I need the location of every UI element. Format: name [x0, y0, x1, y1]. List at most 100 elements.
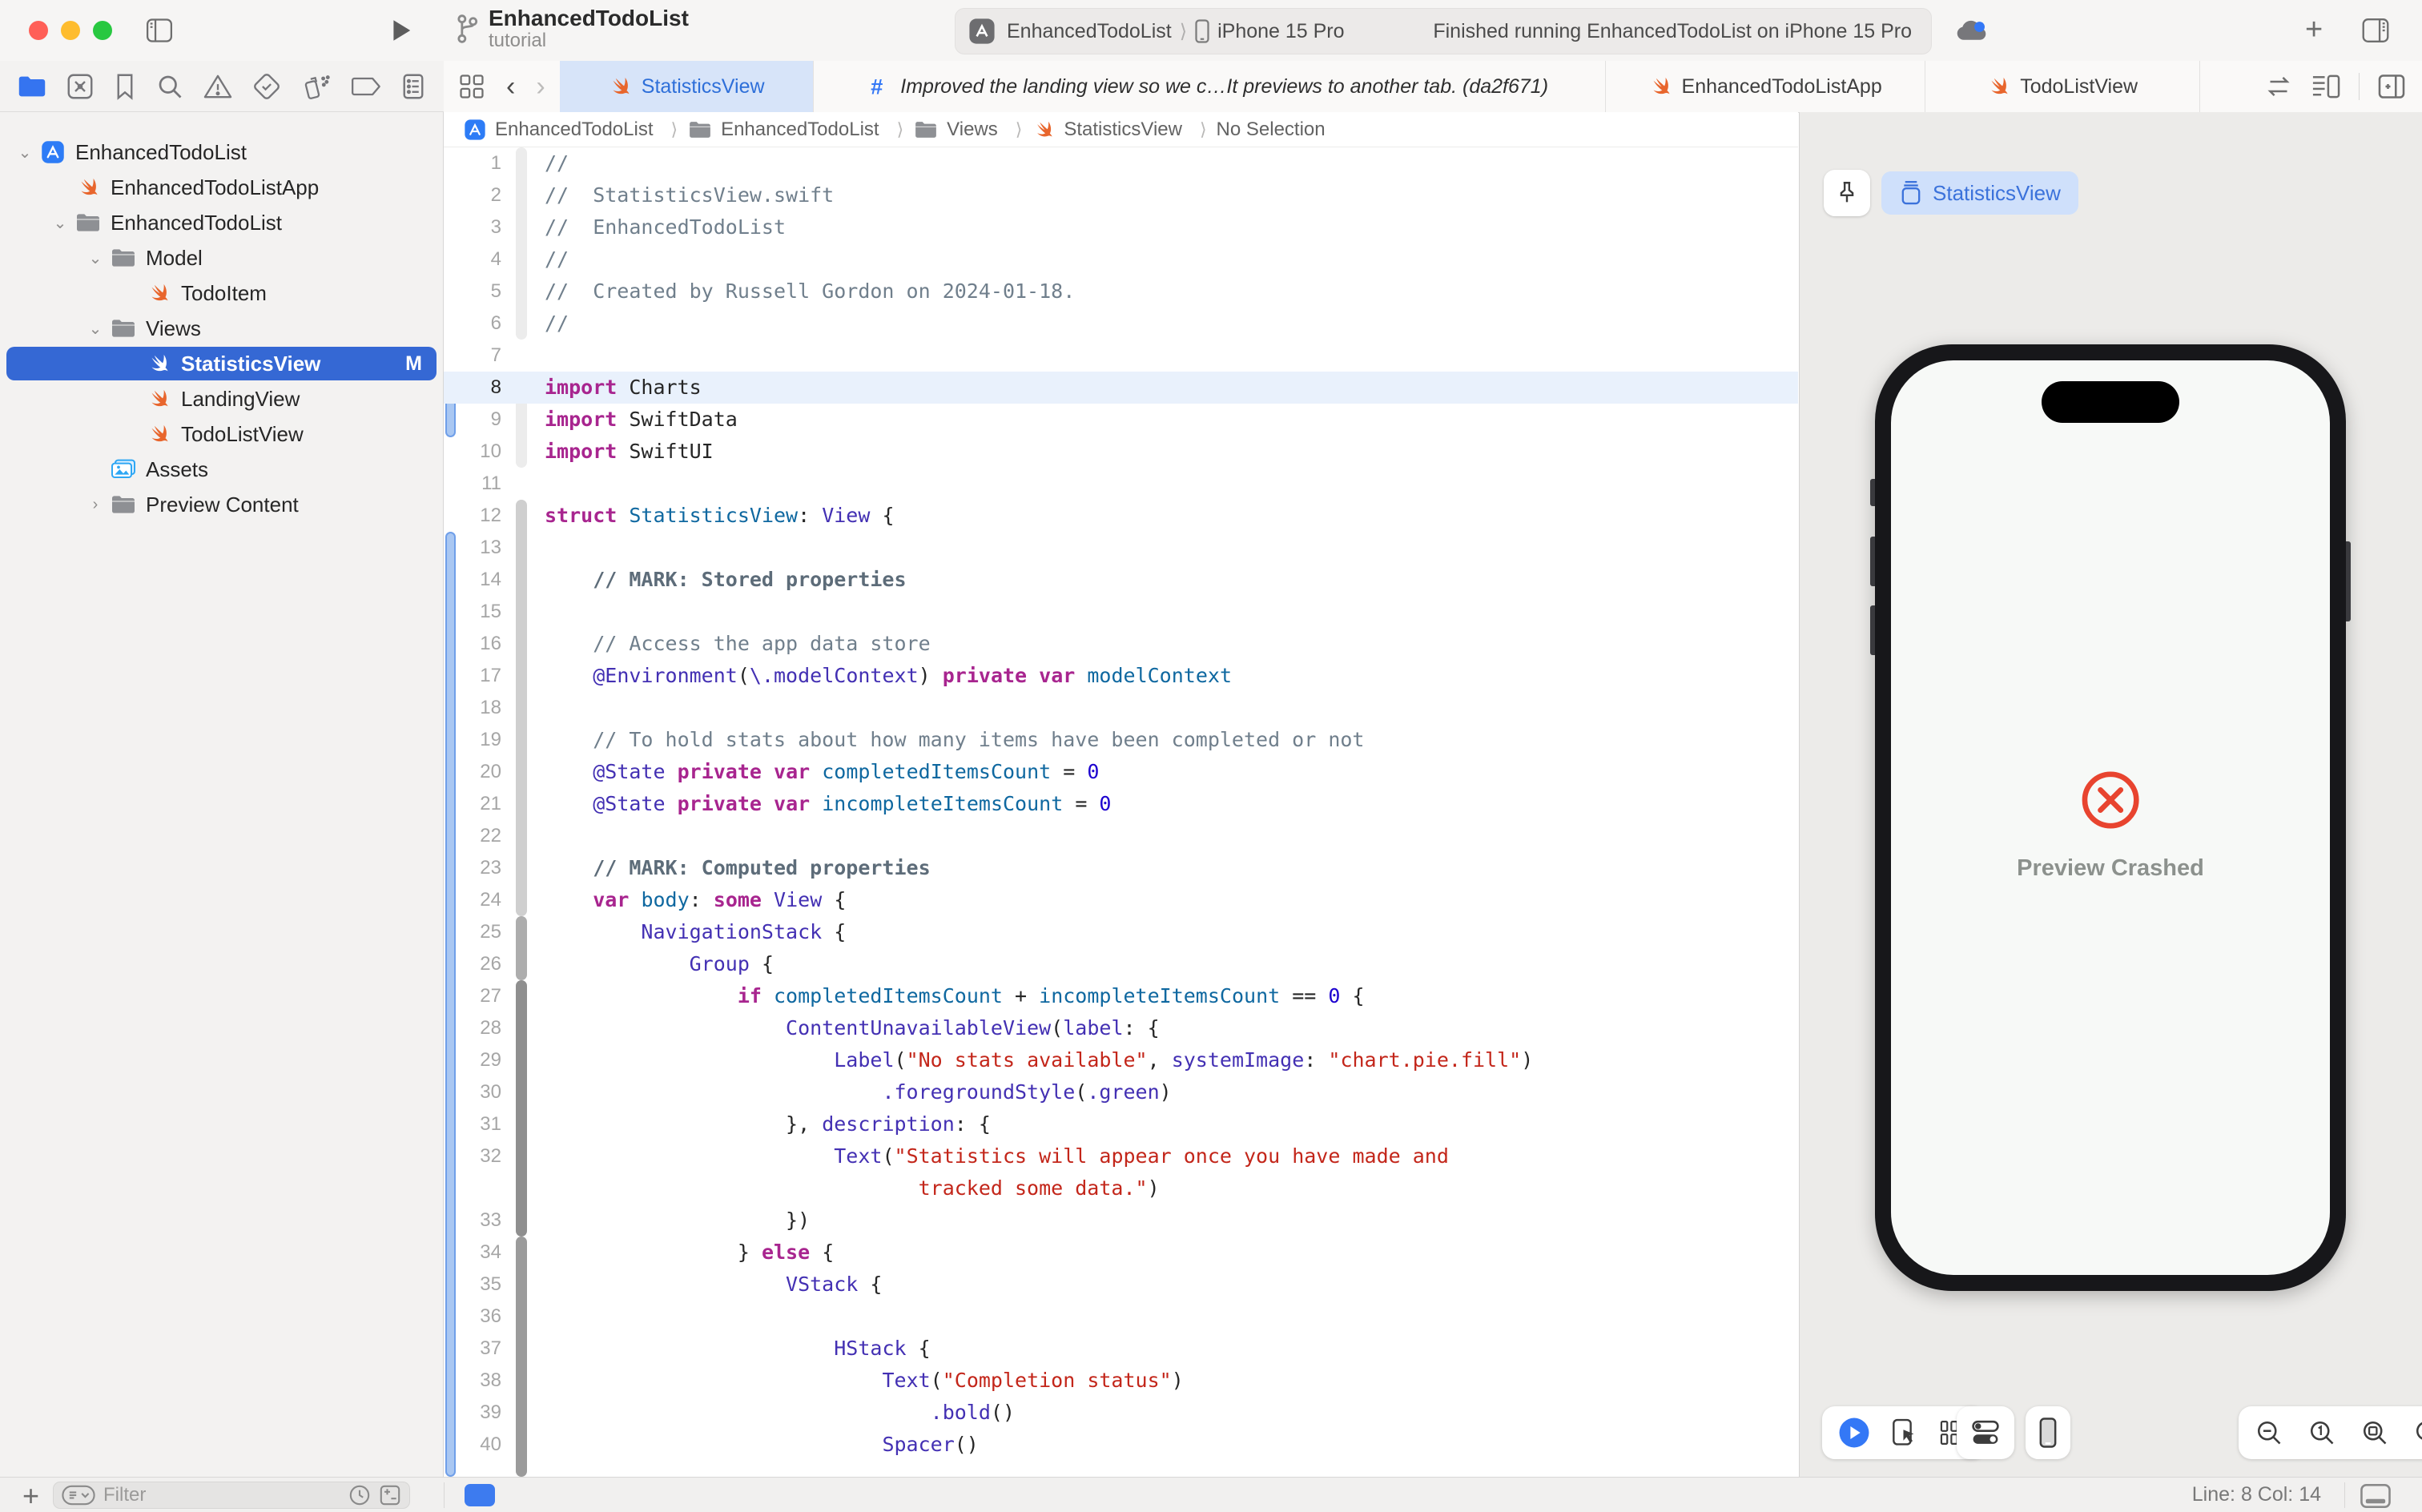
code-line-20[interactable]: 20 @State private var completedItemsCoun…: [444, 756, 1798, 788]
code-line-16[interactable]: 16 // Access the app data store: [444, 628, 1798, 660]
code-line-23[interactable]: 23 // MARK: Computed properties: [444, 852, 1798, 884]
code-line-22[interactable]: 22: [444, 820, 1798, 852]
line-number[interactable]: 33: [444, 1209, 511, 1232]
line-number[interactable]: 17: [444, 665, 511, 687]
code-line-7[interactable]: 7: [444, 340, 1798, 372]
code-line-32[interactable]: 32 Text("Statistics will appear once you…: [444, 1140, 1798, 1172]
code-line-21[interactable]: 21 @State private var incompleteItemsCou…: [444, 788, 1798, 820]
report-navigator-icon[interactable]: [400, 72, 426, 101]
line-number[interactable]: 29: [444, 1049, 511, 1072]
sidebar-item-model[interactable]: ⌄Model: [0, 240, 443, 275]
zoom-100-icon[interactable]: [2307, 1418, 2336, 1447]
sidebar-item-assets[interactable]: Assets: [0, 452, 443, 487]
right-panel-toggle-icon[interactable]: [2361, 18, 2390, 43]
line-number[interactable]: 5: [444, 280, 511, 303]
close-button[interactable]: [29, 21, 48, 40]
code-line-17[interactable]: 17 @Environment(\.modelContext) private …: [444, 660, 1798, 692]
flags-icon[interactable]: [379, 1484, 401, 1506]
line-number[interactable]: 10: [444, 440, 511, 463]
scheme-name[interactable]: EnhancedTodoList: [1007, 20, 1172, 43]
code-line-15[interactable]: 15: [444, 596, 1798, 628]
code-line-35[interactable]: 35 VStack {: [444, 1269, 1798, 1301]
device-bezel-button[interactable]: [2026, 1406, 2070, 1459]
sidebar-item-enhancedtodolist[interactable]: ⌄EnhancedTodoList: [0, 205, 443, 240]
line-number[interactable]: 28: [444, 1017, 511, 1040]
code-line-28[interactable]: 28 ContentUnavailableView(label: {: [444, 1012, 1798, 1044]
sidebar-item-enhancedtodolist[interactable]: ⌄EnhancedTodoList: [0, 135, 443, 170]
line-number[interactable]: 36: [444, 1305, 511, 1328]
filter-icon[interactable]: [62, 1485, 95, 1506]
breadcrumb-item[interactable]: StatisticsView⟩: [1032, 118, 1216, 142]
line-number[interactable]: 3: [444, 216, 511, 239]
line-number[interactable]: 14: [444, 569, 511, 591]
sidebar-item-preview-content[interactable]: ›Preview Content: [0, 487, 443, 522]
issue-navigator-icon[interactable]: [203, 72, 233, 101]
tab-improved-the-landing-vie[interactable]: #Improved the landing view so we c…It pr…: [813, 61, 1605, 112]
code-line-8[interactable]: 8import Charts: [444, 372, 1798, 404]
forward-button[interactable]: ›: [536, 71, 545, 103]
related-items-icon[interactable]: [458, 73, 485, 100]
chevron-down-icon[interactable]: ⌄: [11, 143, 38, 163]
line-number[interactable]: 32: [444, 1145, 511, 1168]
zoom-out-icon[interactable]: [2255, 1418, 2283, 1447]
swap-editors-icon[interactable]: [2264, 74, 2293, 99]
line-number[interactable]: 11: [444, 472, 511, 495]
chevron-down-icon[interactable]: ⌄: [82, 319, 109, 339]
code-line-26[interactable]: 26 Group {: [444, 948, 1798, 980]
line-number[interactable]: 6: [444, 312, 511, 335]
find-navigator-icon[interactable]: [155, 72, 184, 101]
line-number[interactable]: 34: [444, 1241, 511, 1264]
bookmark-navigator-icon[interactable]: [113, 72, 137, 101]
line-number[interactable]: 22: [444, 825, 511, 847]
line-number[interactable]: 15: [444, 601, 511, 623]
zoom-button[interactable]: [93, 21, 112, 40]
code-line-13[interactable]: 13: [444, 532, 1798, 564]
tab-todolistview[interactable]: TodoListView: [1925, 61, 2199, 112]
line-number[interactable]: 24: [444, 889, 511, 911]
sidebar-item-todolistview[interactable]: TodoListView: [0, 416, 443, 452]
sidebar-toggle-icon[interactable]: [146, 18, 173, 43]
crash-navigator-icon[interactable]: [66, 72, 95, 101]
line-number[interactable]: 23: [444, 857, 511, 879]
editor-layout-icon[interactable]: [2311, 73, 2341, 100]
back-button[interactable]: ‹: [506, 71, 515, 103]
breadcrumb-item[interactable]: No Selection: [1217, 119, 1326, 141]
breadcrumb-item[interactable]: EnhancedTodoList⟩: [687, 119, 913, 141]
filter-field[interactable]: Filter: [53, 1482, 410, 1509]
breadcrumb-item[interactable]: EnhancedTodoList⟩: [463, 118, 687, 142]
chevron-right-icon[interactable]: ›: [82, 496, 109, 514]
editor-bottom-icon[interactable]: [2360, 1483, 2392, 1509]
activity-status-pill[interactable]: EnhancedTodoList ⟩ iPhone 15 Pro Finishe…: [955, 8, 1932, 54]
chevron-down-icon[interactable]: ⌄: [46, 213, 74, 233]
line-number[interactable]: 13: [444, 537, 511, 559]
line-number[interactable]: 19: [444, 729, 511, 751]
project-navigator-icon[interactable]: [17, 73, 47, 100]
sidebar-item-views[interactable]: ⌄Views: [0, 311, 443, 346]
line-number[interactable]: 9: [444, 408, 511, 431]
zoom-fit-icon[interactable]: [2360, 1418, 2389, 1447]
code-line-40[interactable]: 40 Spacer(): [444, 1429, 1798, 1461]
sidebar-item-enhancedtodolistapp[interactable]: EnhancedTodoListApp: [0, 170, 443, 205]
run-destination[interactable]: iPhone 15 Pro: [1217, 20, 1344, 43]
debug-navigator-icon[interactable]: [300, 71, 332, 102]
code-line-27[interactable]: 27 if completedItemsCount + incompleteIt…: [444, 980, 1798, 1012]
line-number[interactable]: 26: [444, 953, 511, 975]
minimize-button[interactable]: [61, 21, 80, 40]
code-line-4[interactable]: 4//: [444, 243, 1798, 275]
line-number[interactable]: 35: [444, 1273, 511, 1296]
code-line-3[interactable]: 3// EnhancedTodoList: [444, 211, 1798, 243]
line-number[interactable]: 27: [444, 985, 511, 1007]
selectable-mode-icon[interactable]: [1891, 1418, 1918, 1448]
sidebar-item-statisticsview[interactable]: StatisticsViewM: [0, 346, 443, 381]
code-line-11[interactable]: 11: [444, 468, 1798, 500]
code-line-29[interactable]: 29 Label("No stats available", systemIma…: [444, 1044, 1798, 1076]
play-icon[interactable]: [1838, 1417, 1870, 1449]
line-number[interactable]: 38: [444, 1369, 511, 1392]
editor-status-chip[interactable]: [465, 1484, 495, 1506]
zoom-in-icon[interactable]: [2413, 1418, 2422, 1447]
line-number[interactable]: 20: [444, 761, 511, 783]
sidebar-item-todoitem[interactable]: TodoItem: [0, 275, 443, 311]
run-button[interactable]: [389, 18, 413, 43]
add-editor-icon[interactable]: [2377, 73, 2406, 100]
breadcrumb-item[interactable]: Views⟩: [913, 119, 1032, 141]
